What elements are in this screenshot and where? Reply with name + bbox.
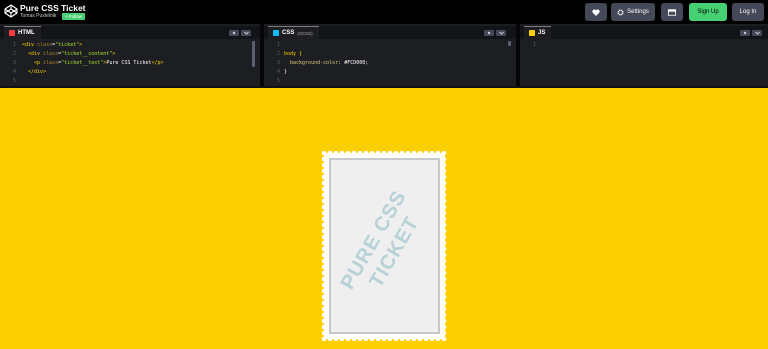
line-number: 1 (532, 42, 536, 48)
tab-js[interactable]: JS (524, 26, 552, 39)
code-line: } (284, 68, 287, 77)
line-number: 5 (12, 78, 16, 84)
tab-css-preprocessor: (SCSS) (297, 30, 313, 36)
code-tag: <p (22, 60, 44, 66)
login-button[interactable]: Log In (732, 3, 764, 21)
code-string: "ticket" (55, 42, 80, 48)
heart-icon (592, 9, 600, 16)
gear-icon (232, 31, 236, 35)
code-tag: <div (22, 42, 38, 48)
html-code[interactable]: 1 2 3 4 5 <div class="ticket"> <div clas… (0, 41, 260, 86)
tab-css[interactable]: CSS (SCSS) (268, 26, 319, 39)
layout-icon (668, 8, 676, 16)
js-code[interactable]: 1 (520, 41, 768, 86)
code-line: background-color: #FCD000; (290, 60, 369, 66)
css-selector: body { (284, 51, 303, 57)
change-view-button[interactable] (661, 3, 683, 21)
css-collapse-button[interactable] (496, 30, 506, 36)
html-editor[interactable]: HTML 1 2 3 4 5 <div class="ticket"> <div… (0, 24, 260, 86)
settings-button[interactable]: Settings (611, 3, 655, 21)
code-attr: class (43, 51, 59, 57)
tab-js-label: JS (538, 30, 546, 36)
gear-icon (743, 31, 747, 35)
css-settings-button[interactable] (484, 30, 494, 36)
tab-css-label: CSS (282, 30, 295, 36)
line-number: 2 (276, 51, 280, 57)
code-tag: > (79, 42, 83, 48)
follow-button[interactable]: + Follow (62, 13, 85, 20)
code-text: Pure CSS Ticket (106, 60, 152, 66)
code-string: "ticket__text" (61, 60, 104, 66)
code-line: <div class="ticket"> (22, 41, 82, 50)
settings-label: Settings (627, 9, 649, 15)
line-number: 4 (276, 69, 280, 75)
code-tag: </div> (22, 69, 47, 75)
js-editor[interactable]: JS 1 (520, 24, 768, 86)
css-scrollbar[interactable] (508, 41, 511, 46)
js-tabbar (520, 26, 768, 39)
css-editor[interactable]: CSS (SCSS) 1 2 3 4 5 body { background-c… (264, 24, 516, 86)
line-number: 1 (12, 42, 16, 48)
html-icon (9, 30, 15, 36)
author-name[interactable]: Tomas Pustelnik (20, 13, 56, 19)
line-number: 2 (12, 51, 16, 57)
js-settings-button[interactable] (740, 30, 750, 36)
css-value: #FCD000; (344, 60, 369, 66)
signup-button[interactable]: Sign Up (689, 3, 727, 21)
gear-icon (617, 8, 624, 16)
tab-html-label: HTML (18, 30, 35, 36)
gear-icon (487, 31, 491, 35)
line-number: 5 (276, 78, 280, 84)
code-line: body { (284, 50, 302, 59)
header: Pure CSS Ticket Tomas Pustelnik + Follow… (0, 0, 768, 24)
line-number: 3 (12, 60, 16, 66)
html-scrollbar[interactable] (252, 41, 255, 67)
tab-html[interactable]: HTML (4, 26, 41, 39)
line-number: 1 (276, 42, 280, 48)
css-brace: } (284, 69, 288, 75)
code-line: <p class="ticket__text">Pure CSS Ticket<… (22, 59, 164, 68)
chevron-down-icon (243, 31, 249, 35)
code-tag: <div (22, 51, 44, 57)
chevron-down-icon (498, 31, 504, 35)
pen-title[interactable]: Pure CSS Ticket (20, 3, 86, 13)
editor-area: HTML 1 2 3 4 5 <div class="ticket"> <div… (0, 24, 768, 86)
code-line: <div class="ticket__content"> (22, 50, 115, 59)
js-collapse-button[interactable] (752, 30, 762, 36)
heart-button[interactable] (585, 3, 607, 21)
code-tag: </p> (151, 60, 164, 66)
css-property: background-color (290, 60, 339, 66)
code-tag: > (112, 51, 116, 57)
css-code[interactable]: 1 2 3 4 5 body { background-color: #FCD0… (264, 41, 516, 86)
css-icon (273, 30, 279, 36)
codepen-logo-icon[interactable] (4, 4, 18, 18)
code-attr: class (43, 60, 59, 66)
code-attr: class (37, 42, 53, 48)
html-collapse-button[interactable] (241, 30, 251, 36)
line-number: 4 (12, 69, 16, 75)
chevron-down-icon (754, 31, 760, 35)
html-settings-button[interactable] (229, 30, 239, 36)
ticket (322, 151, 447, 341)
js-icon (529, 30, 535, 36)
ticket-content (329, 158, 440, 334)
code-string: "ticket__content" (61, 51, 113, 57)
line-number: 3 (276, 60, 280, 66)
preview-resizer[interactable] (0, 86, 768, 88)
code-line: </div> (22, 68, 46, 77)
